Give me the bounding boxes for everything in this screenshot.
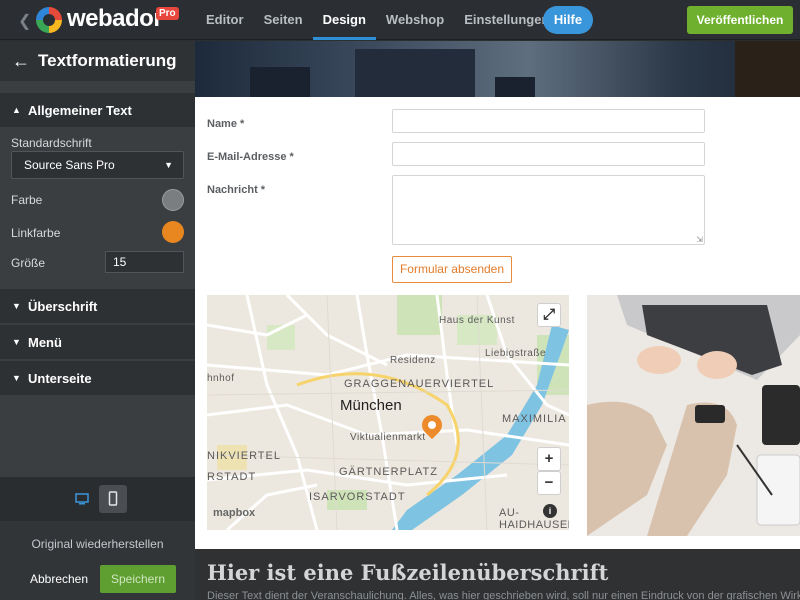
info-icon[interactable]: i bbox=[543, 504, 557, 518]
save-button[interactable]: Speichern bbox=[100, 565, 176, 593]
section-label: Überschrift bbox=[28, 298, 98, 314]
desktop-icon bbox=[75, 493, 89, 505]
publish-button[interactable]: Veröffentlichen bbox=[687, 6, 793, 34]
nav-design[interactable]: Design bbox=[312, 0, 377, 40]
submit-form-button[interactable]: Formular absenden bbox=[392, 256, 512, 283]
caret-down-icon: ▼ bbox=[12, 337, 21, 347]
color-swatch[interactable] bbox=[162, 189, 184, 211]
resize-handle-icon[interactable]: ⇲ bbox=[696, 235, 703, 244]
nav-editor[interactable]: Editor bbox=[196, 0, 254, 40]
mapbox-logo[interactable]: mapbox bbox=[213, 507, 255, 519]
map-label: MAXIMILIA bbox=[502, 413, 567, 425]
webador-logo-icon bbox=[36, 7, 62, 33]
color-label: Farbe bbox=[11, 193, 43, 207]
map-label: NIKVIERTEL bbox=[207, 450, 281, 462]
link-color-label: Linkfarbe bbox=[11, 226, 61, 240]
message-textarea[interactable]: ⇲ bbox=[392, 175, 705, 245]
pro-badge: Pro bbox=[156, 7, 179, 20]
section-unterseite[interactable]: ▼ Unterseite bbox=[0, 361, 195, 395]
footer-text[interactable]: Dieser Text dient der Veranschaulichung.… bbox=[207, 590, 800, 600]
name-input[interactable] bbox=[392, 109, 705, 133]
standard-font-value: Source Sans Pro bbox=[24, 158, 115, 172]
section-menue[interactable]: ▼ Menü bbox=[0, 325, 195, 359]
nav-webshop[interactable]: Webshop bbox=[376, 0, 454, 40]
footer-title[interactable]: Hier ist eine Fußzeilenüberschrift bbox=[207, 560, 608, 585]
sidebar-title: Textformatierung bbox=[38, 51, 177, 70]
hero-building bbox=[495, 77, 535, 97]
caret-down-icon: ▼ bbox=[12, 301, 21, 311]
sidebar-footer: Original wiederherstellen Abbrechen Spei… bbox=[0, 477, 195, 600]
name-label: Name * bbox=[207, 118, 245, 130]
fullscreen-icon[interactable]: ⤢ bbox=[537, 303, 561, 327]
link-color-swatch[interactable] bbox=[162, 221, 184, 243]
map-label: AU- bbox=[499, 507, 520, 519]
size-label: Größe bbox=[11, 256, 46, 270]
laptop-illustration bbox=[587, 295, 800, 536]
restore-original-link[interactable]: Original wiederherstellen bbox=[0, 537, 195, 551]
standard-font-label: Standardschrift bbox=[11, 136, 92, 150]
laptop-photo bbox=[587, 295, 800, 536]
map-label: RSTADT bbox=[207, 471, 257, 483]
chevron-down-icon: ▼ bbox=[164, 160, 173, 170]
map-city-label: München bbox=[340, 397, 402, 414]
map-label: GRAGGENAUERVIERTEL bbox=[344, 378, 495, 390]
message-label: Nachricht * bbox=[207, 184, 266, 196]
footer: Hier ist eine Fußzeilenüberschrift Diese… bbox=[195, 549, 800, 600]
map-label: Viktualienmarkt bbox=[350, 432, 426, 443]
top-bar: ❮ webador Pro Editor Seiten Design Websh… bbox=[0, 0, 800, 40]
hero-building bbox=[355, 49, 475, 97]
back-arrow-icon[interactable]: ← bbox=[12, 51, 34, 72]
help-button[interactable]: Hilfe bbox=[543, 6, 593, 34]
hero-building bbox=[735, 41, 800, 97]
map-label: HAIDHAUSEN bbox=[499, 519, 569, 530]
map-label: ISARVORSTADT bbox=[309, 491, 406, 503]
standard-font-select[interactable]: Source Sans Pro ▼ bbox=[11, 151, 184, 179]
sidebar: ← Textformatierung ▲ Allgemeiner Text St… bbox=[0, 41, 195, 600]
size-input[interactable]: 15 bbox=[105, 251, 184, 273]
page-canvas: Name * E-Mail-Adresse * Nachricht * ⇲ Fo… bbox=[195, 41, 800, 600]
zoom-in-button[interactable]: + bbox=[537, 447, 561, 471]
map-label: Haus der Kunst bbox=[439, 315, 515, 326]
back-chevron-icon[interactable]: ❮ bbox=[18, 11, 31, 31]
cancel-button[interactable]: Abbrechen bbox=[22, 565, 96, 593]
section-allgemeiner-text[interactable]: ▲ Allgemeiner Text bbox=[0, 93, 195, 127]
device-toggle bbox=[0, 477, 195, 521]
desktop-view-button[interactable] bbox=[68, 485, 96, 513]
hero-building bbox=[250, 67, 310, 97]
collapsed-sections: ▼ Überschrift ▼ Menü ▼ Unterseite bbox=[0, 287, 195, 395]
main-nav: Editor Seiten Design Webshop Einstellung… bbox=[196, 0, 559, 40]
zoom-out-button[interactable]: − bbox=[537, 471, 561, 495]
email-input[interactable] bbox=[392, 142, 705, 166]
section-label: Unterseite bbox=[28, 370, 92, 386]
map-label: hnhof bbox=[207, 373, 235, 384]
map-label: Liebigstraße bbox=[485, 348, 547, 359]
caret-down-icon: ▼ bbox=[12, 373, 21, 383]
section-label: Menü bbox=[28, 334, 62, 350]
map-label: Residenz bbox=[390, 355, 436, 366]
section-ueberschrift[interactable]: ▼ Überschrift bbox=[0, 289, 195, 323]
map[interactable]: Haus der Kunst Residenz Liebigstraße GRA… bbox=[207, 295, 569, 530]
sidebar-header: ← Textformatierung bbox=[0, 41, 195, 81]
logo-text: webador bbox=[67, 5, 163, 32]
section-label: Allgemeiner Text bbox=[28, 102, 132, 118]
mobile-icon bbox=[108, 491, 118, 506]
hero-image bbox=[195, 41, 800, 97]
nav-seiten[interactable]: Seiten bbox=[254, 0, 313, 40]
caret-up-icon: ▲ bbox=[12, 105, 21, 115]
map-label: GÄRTNERPLATZ bbox=[339, 466, 438, 478]
mobile-view-button[interactable] bbox=[99, 485, 127, 513]
email-label: E-Mail-Adresse * bbox=[207, 151, 294, 163]
